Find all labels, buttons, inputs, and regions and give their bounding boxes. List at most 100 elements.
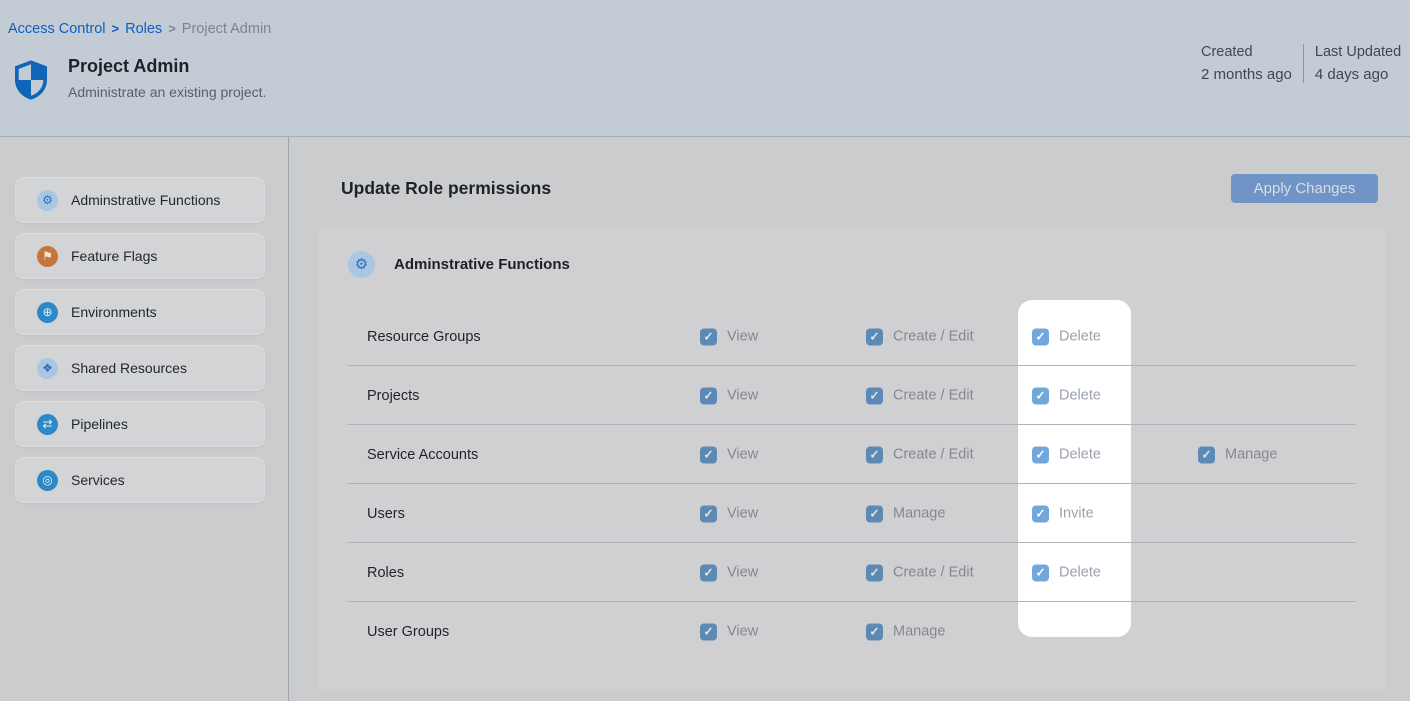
meta-value: 4 days ago (1315, 66, 1401, 83)
page-title: Project Admin (68, 56, 266, 77)
permission-users-view: ✓ View (700, 505, 758, 522)
checkbox-view[interactable]: ✓ (700, 505, 717, 522)
permission-label: View (727, 388, 758, 404)
page-body: ⚙ Adminstrative Functions ⚑ Feature Flags ⊕ E… (0, 137, 1410, 701)
permission-row-users: Users ✓ View ✓ Manage ✓ Invite (317, 484, 1386, 543)
checkbox-view[interactable]: ✓ (700, 623, 717, 640)
resource-name: Projects (317, 388, 419, 404)
permission-label: Delete (1059, 388, 1101, 404)
checkbox-manage[interactable]: ✓ (866, 505, 883, 522)
sidebar-item-pipelines[interactable]: ⇄ Pipelines (15, 401, 265, 447)
resource-category-sidebar: ⚙ Adminstrative Functions ⚑ Feature Flags ⊕ E… (0, 137, 289, 701)
permission-label: Delete (1059, 447, 1101, 463)
checkbox-invite[interactable]: ✓ (1032, 505, 1049, 522)
gear-icon: ⚙ (348, 251, 375, 278)
resource-name: Roles (317, 565, 404, 581)
services-icon: ◎ (37, 470, 58, 491)
permission-group-title: Adminstrative Functions (394, 256, 570, 273)
permission-label: Create / Edit (893, 388, 974, 404)
checkbox-view[interactable]: ✓ (700, 564, 717, 581)
role-title-block: Project Admin Administrate an existing p… (14, 56, 266, 100)
checkbox-delete[interactable]: ✓ (1032, 328, 1049, 345)
page-heading: Update Role permissions (341, 178, 551, 199)
permission-label: Manage (1225, 447, 1277, 463)
sidebar-item-label: Services (71, 472, 125, 488)
breadcrumb-item-roles[interactable]: Roles (125, 21, 162, 37)
shield-icon (14, 60, 48, 100)
permission-label: Delete (1059, 329, 1101, 345)
meta-created: Created 2 months ago (1201, 44, 1292, 83)
breadcrumb: Access Control>Roles>Project Admin (8, 21, 271, 37)
permission-label: Create / Edit (893, 329, 974, 345)
checkbox-manage[interactable]: ✓ (866, 623, 883, 640)
resource-name: Resource Groups (317, 329, 481, 345)
permission-roles-create-edit: ✓ Create / Edit (866, 564, 974, 581)
pipeline-icon: ⇄ (37, 414, 58, 435)
checkbox-view[interactable]: ✓ (700, 328, 717, 345)
checkbox-view[interactable]: ✓ (700, 387, 717, 404)
checkbox-delete[interactable]: ✓ (1032, 446, 1049, 463)
sidebar-item-label: Adminstrative Functions (71, 192, 220, 208)
permission-label: View (727, 565, 758, 581)
permission-group-header: ⚙ Adminstrative Functions (317, 228, 1386, 278)
meta-label: Created (1201, 44, 1292, 60)
permissions-card: ⚙ Adminstrative Functions Resource Group… (317, 228, 1386, 690)
breadcrumb-separator: > (112, 21, 120, 36)
checkbox-create-edit[interactable]: ✓ (866, 387, 883, 404)
permissions-table: Resource Groups ✓ View ✓ Create / Edit ✓ Delet… (317, 307, 1386, 661)
checkbox-create-edit[interactable]: ✓ (866, 328, 883, 345)
permission-service-accounts-create-edit: ✓ Create / Edit (866, 446, 974, 463)
permission-service-accounts-delete: ✓ Delete (1032, 446, 1101, 463)
sidebar-item-label: Environments (71, 304, 157, 320)
shared-resources-icon: ❖ (37, 358, 58, 379)
sidebar-item-environments[interactable]: ⊕ Environments (15, 289, 265, 335)
permission-label: Invite (1059, 506, 1094, 522)
permission-label: Manage (893, 624, 945, 640)
checkbox-manage[interactable]: ✓ (1198, 446, 1215, 463)
checkbox-create-edit[interactable]: ✓ (866, 446, 883, 463)
checkbox-delete[interactable]: ✓ (1032, 387, 1049, 404)
sidebar-item-shared-resources[interactable]: ❖Shared Resources (15, 345, 265, 391)
meta-label: Last Updated (1315, 44, 1401, 60)
gear-icon: ⚙ (37, 190, 58, 211)
main-header: Update Role permissions Apply Changes (341, 174, 1378, 203)
permission-row-projects: Projects ✓ View ✓ Create / Edit ✓ Delete (317, 366, 1386, 425)
permission-projects-view: ✓ View (700, 387, 758, 404)
sidebar-item-adminstrative-functions[interactable]: ⚙ Adminstrative Functions (15, 177, 265, 223)
main-panel: Update Role permissions Apply Changes ⚙ … (290, 137, 1410, 701)
permission-label: View (727, 624, 758, 640)
permission-projects-create-edit: ✓ Create / Edit (866, 387, 974, 404)
permission-service-accounts-manage: ✓ Manage (1198, 446, 1277, 463)
permission-projects-delete: ✓ Delete (1032, 387, 1101, 404)
permission-label: Create / Edit (893, 447, 974, 463)
permission-label: Create / Edit (893, 565, 974, 581)
permission-row-resource-groups: Resource Groups ✓ View ✓ Create / Edit ✓ Delet… (317, 307, 1386, 366)
permission-roles-delete: ✓ Delete (1032, 564, 1101, 581)
permission-row-service-accounts: Service Accounts✓View✓Create / Edit✓Dele… (317, 425, 1386, 484)
globe-icon: ⊕ (37, 302, 58, 323)
permission-label: View (727, 506, 758, 522)
sidebar-item-label: Feature Flags (71, 248, 157, 264)
breadcrumb-item-project-admin: Project Admin (182, 21, 271, 37)
breadcrumb-item-access-control[interactable]: Access Control (8, 21, 106, 37)
checkbox-create-edit[interactable]: ✓ (866, 564, 883, 581)
page-header: Access Control>Roles>Project Admin Proje… (0, 0, 1410, 137)
permission-row-roles: Roles ✓ View ✓ Create / Edit ✓ Delete (317, 543, 1386, 602)
meta-value: 2 months ago (1201, 66, 1292, 83)
sidebar-item-feature-flags[interactable]: ⚑ Feature Flags (15, 233, 265, 279)
meta-divider (1303, 44, 1304, 83)
resource-name: Users (317, 506, 405, 522)
flag-icon: ⚑ (37, 246, 58, 267)
permission-label: View (727, 447, 758, 463)
permission-service-accounts-view: ✓ View (700, 446, 758, 463)
apply-changes-button[interactable]: Apply Changes (1231, 174, 1378, 203)
permission-label: Manage (893, 506, 945, 522)
checkbox-delete[interactable]: ✓ (1032, 564, 1049, 581)
resource-name: User Groups (317, 624, 449, 640)
sidebar-item-label: Pipelines (71, 416, 128, 432)
permission-user-groups-view: ✓ View (700, 623, 758, 640)
sidebar-item-services[interactable]: ◎ Services (15, 457, 265, 503)
permission-label: View (727, 329, 758, 345)
permission-label: Delete (1059, 565, 1101, 581)
checkbox-view[interactable]: ✓ (700, 446, 717, 463)
